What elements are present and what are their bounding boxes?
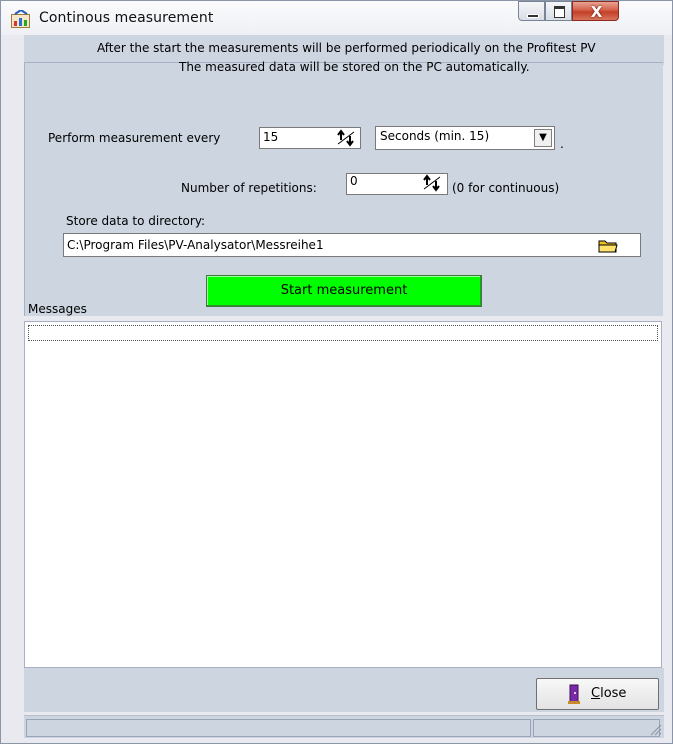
messages-list[interactable] [24,321,662,668]
close-icon: X [590,3,603,21]
repetitions-hint: (0 for continuous) [452,181,560,195]
interval-spin-icon[interactable] [335,129,357,147]
info-line-2: The measured data will be stored on the … [179,60,530,74]
start-measurement-button[interactable]: Start measurement [206,275,482,307]
repetitions-label: Number of repetitions: [181,181,317,195]
measurement-chart-icon [11,10,30,28]
messages-label: Messages [28,302,87,316]
interval-unit-select[interactable]: Seconds (min. 15) ▼ [375,126,555,150]
info-line-1: After the start the measurements will be… [97,41,596,55]
door-exit-icon [568,684,580,704]
minimize-button[interactable] [518,1,545,21]
close-button[interactable]: Close [536,678,659,710]
repetitions-value: 0 [350,174,358,188]
interval-unit-value: Seconds (min. 15) [380,129,490,143]
directory-value: C:\Program Files\PV-Analysator\Messreihe… [67,238,324,252]
directory-label: Store data to directory: [66,214,206,228]
window: Continous measurement X After the start … [0,0,673,744]
directory-input[interactable]: C:\Program Files\PV-Analysator\Messreihe… [63,233,641,257]
repetitions-spin-icon[interactable] [421,174,443,192]
close-label-rest: lose [600,686,627,701]
interval-label: Perform measurement every [48,131,221,145]
folder-icon[interactable] [598,238,618,254]
maximize-icon [554,6,565,18]
window-title: Continous measurement [39,10,214,26]
close-button-label: Close [591,679,626,709]
minimize-icon [527,14,539,18]
status-pane-secondary [533,719,660,737]
resize-grip-icon[interactable] [650,724,662,736]
maximize-button[interactable] [545,1,572,21]
messages-focus-row[interactable] [28,325,658,341]
title-bar[interactable]: Continous measurement X [1,1,672,35]
interval-suffix: . [560,137,564,151]
close-accel-key: C [591,686,601,701]
interval-value: 15 [263,130,279,144]
status-pane-main [26,719,531,737]
chevron-down-icon[interactable]: ▼ [534,129,552,147]
status-bar [24,715,664,738]
close-window-button[interactable]: X [572,1,619,21]
